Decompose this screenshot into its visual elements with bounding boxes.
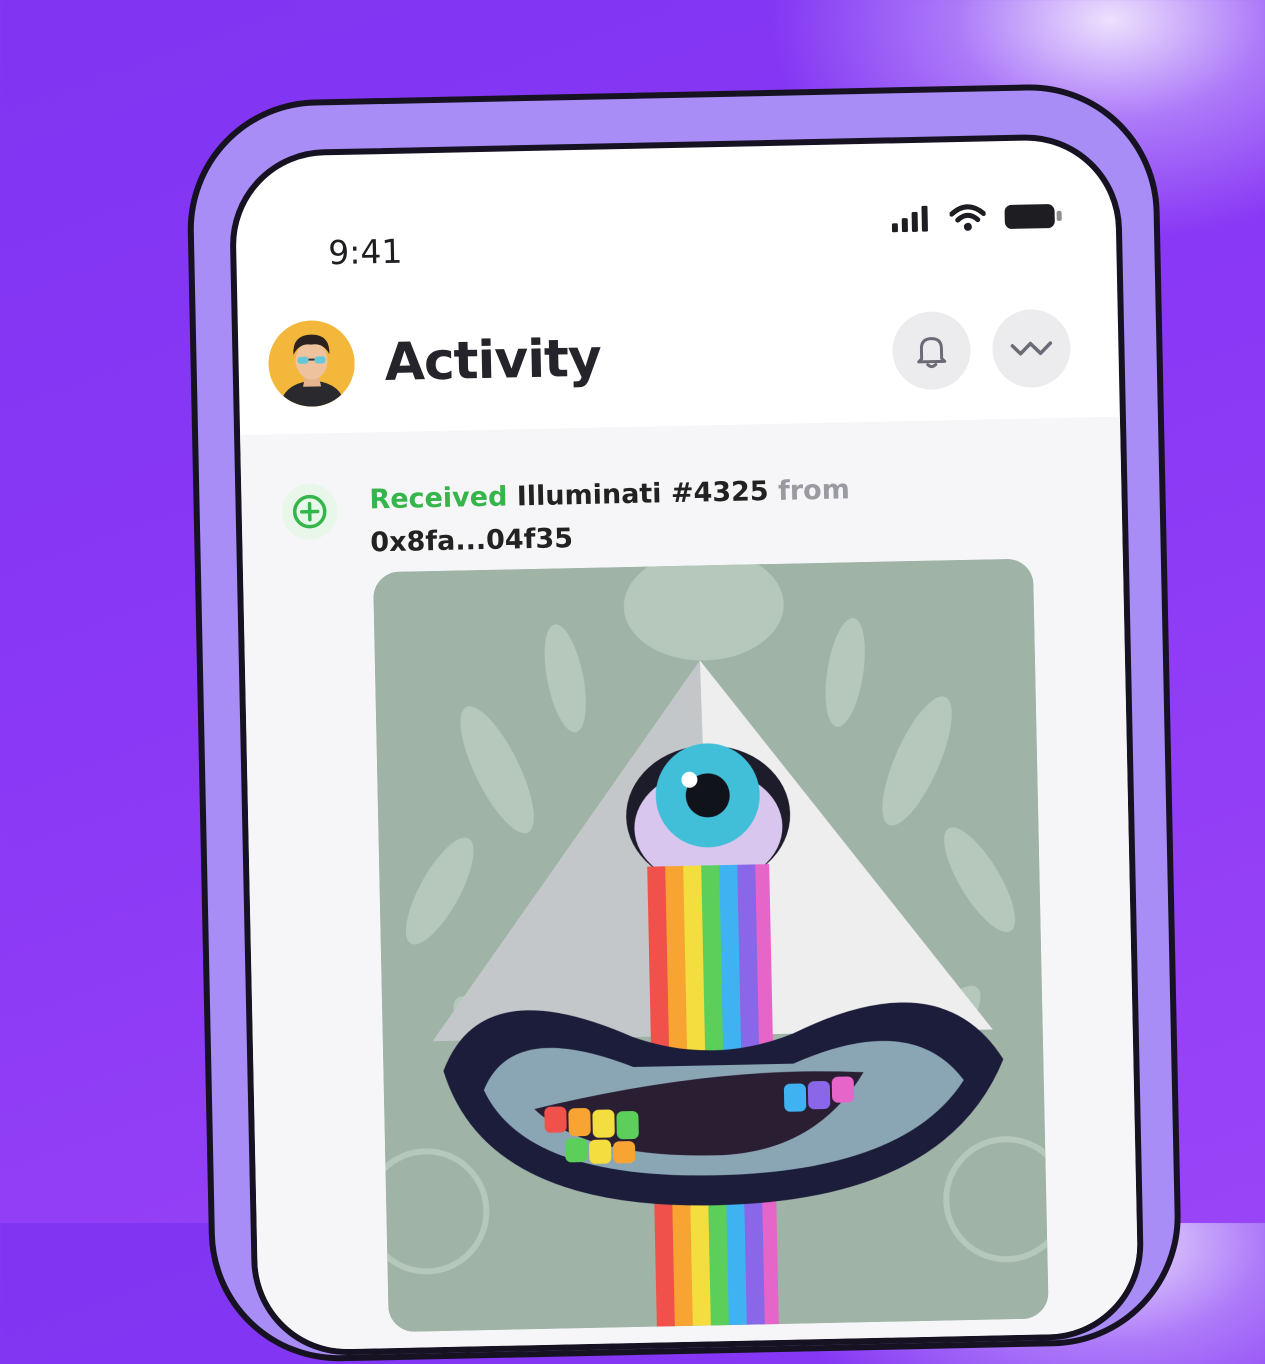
wallet-connect-icon: [1010, 341, 1053, 356]
nft-name: Illuminati #4325: [516, 476, 769, 513]
received-indicator: [281, 483, 339, 541]
activity-preposition: from: [777, 474, 851, 507]
status-icons: [891, 202, 1064, 234]
battery-icon: [1004, 204, 1062, 229]
app-header: Activity: [267, 304, 1090, 411]
notifications-button[interactable]: [891, 310, 972, 391]
avatar-image: [267, 319, 356, 408]
page-title: Activity: [383, 328, 602, 394]
app-screen: 9:41 Activity Received Illuminati #4325 …: [228, 132, 1146, 1358]
sender-address[interactable]: 0x8fa...04f35: [370, 523, 573, 558]
activity-verb: Received: [369, 481, 508, 516]
status-time: 9:41: [327, 231, 403, 273]
avatar[interactable]: [267, 319, 356, 408]
wifi-icon: [949, 204, 986, 231]
wallet-connect-button[interactable]: [991, 308, 1072, 389]
nft-image[interactable]: [372, 558, 1049, 1333]
signal-icon: [891, 205, 928, 233]
plus-circle-icon: [292, 494, 327, 529]
bell-icon: [917, 337, 947, 369]
activity-item-text[interactable]: Received Illuminati #4325 from 0x8fa...0…: [369, 468, 891, 565]
nft-artwork: [372, 558, 1049, 1333]
activity-feed: Received Illuminati #4325 from 0x8fa...0…: [240, 416, 1140, 1351]
phone-frame: 9:41 Activity Received Illuminati #4325 …: [185, 81, 1184, 1364]
